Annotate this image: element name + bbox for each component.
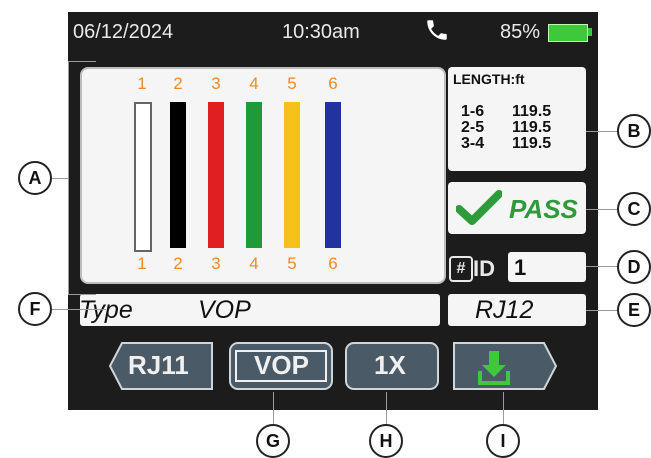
callout-line-b	[586, 131, 620, 132]
bottom-pin-2: 2	[173, 254, 183, 273]
phone-icon	[427, 20, 447, 40]
bottom-pin-1: 1	[137, 254, 147, 273]
battery-percent: 85%	[500, 21, 541, 43]
callout-line-i	[503, 392, 504, 426]
wire-5	[284, 102, 300, 248]
type-label: Type	[79, 296, 133, 324]
callout-g: G	[256, 424, 290, 458]
callout-c: C	[617, 192, 651, 226]
wire-2	[170, 102, 186, 248]
callout-b: B	[617, 114, 651, 148]
wire-4	[246, 102, 262, 248]
softkey-save[interactable]	[452, 341, 558, 391]
vop-label: VOP	[198, 296, 251, 324]
id-label: ID	[473, 256, 495, 281]
callout-bracket-a-top	[68, 61, 96, 62]
callout-bracket-a-bottom	[68, 294, 96, 295]
checkmark-icon	[456, 190, 502, 225]
top-pin-1: 1	[137, 74, 147, 93]
bottom-pin-5: 5	[287, 254, 297, 273]
battery-tip	[588, 28, 592, 36]
top-pin-3: 3	[211, 74, 221, 93]
length-value-1: 119.5	[512, 103, 552, 120]
top-pin-2: 2	[173, 74, 183, 93]
length-pair-1: 1-6	[461, 103, 485, 120]
softkey-vop-label: VOP	[254, 350, 309, 380]
length-pair-3: 3-4	[461, 135, 485, 152]
callout-a: A	[18, 161, 52, 195]
callout-h: H	[369, 424, 403, 458]
top-pin-5: 5	[287, 74, 297, 93]
wire-1	[134, 102, 152, 252]
top-pin-6: 6	[328, 74, 338, 93]
callout-bracket-a	[68, 61, 69, 295]
callout-line-a	[50, 178, 68, 179]
callout-line-c	[586, 209, 620, 210]
id-value: 1	[514, 255, 527, 280]
callout-line-e	[586, 310, 620, 311]
result-label: PASS	[509, 194, 578, 224]
bottom-pin-6: 6	[328, 254, 338, 273]
length-value-2: 119.5	[512, 119, 552, 136]
id-hash-icon: #	[449, 256, 473, 282]
callout-i: I	[486, 424, 520, 458]
bottom-pin-3: 3	[211, 254, 221, 273]
status-time: 10:30am	[282, 21, 360, 43]
wire-6	[325, 102, 341, 248]
connector-label: RJ12	[475, 296, 534, 324]
length-value-3: 119.5	[512, 135, 552, 152]
length-pair-2: 2-5	[461, 119, 485, 136]
tester-screen: 06/12/2024 10:30am 85% 1 2 3 4 5 6 1 2 3…	[68, 12, 598, 410]
type-vop-box	[80, 294, 440, 326]
callout-line-d	[586, 266, 620, 267]
callout-line-g	[273, 392, 274, 426]
softkey-1x-label: 1X	[374, 350, 406, 380]
battery-icon	[548, 24, 588, 42]
softkey-rj11-label: RJ11	[128, 350, 189, 380]
status-bar: 06/12/2024 10:30am 85%	[68, 12, 598, 52]
callout-line-h	[386, 392, 387, 426]
top-pin-4: 4	[249, 74, 259, 93]
callout-line-f	[50, 309, 106, 310]
status-date: 06/12/2024	[73, 21, 174, 43]
length-title: LENGTH:ft	[453, 71, 525, 87]
bottom-pin-4: 4	[249, 254, 259, 273]
wire-map-panel: 1 2 3 4 5 6 1 2 3 4 5 6	[80, 67, 446, 284]
callout-d: D	[617, 250, 651, 284]
wire-3	[208, 102, 224, 248]
callout-f: F	[18, 292, 52, 326]
callout-e: E	[617, 293, 651, 327]
